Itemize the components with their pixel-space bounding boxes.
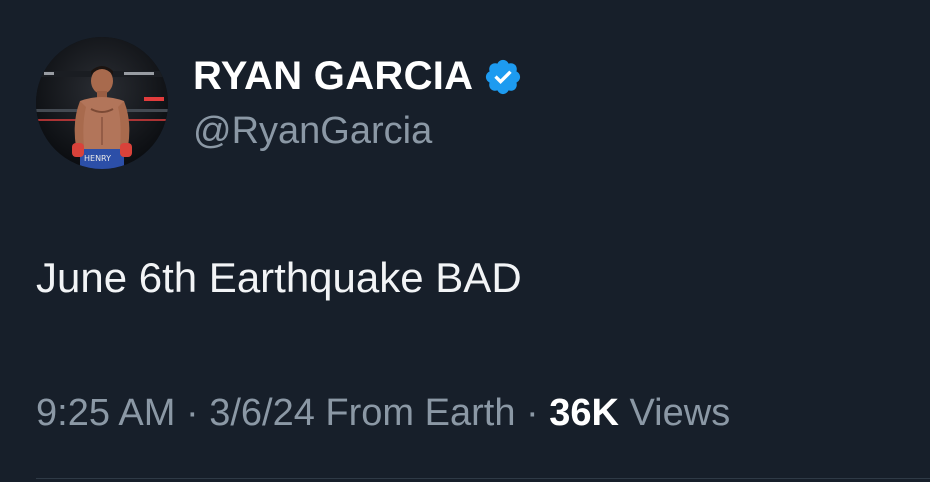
verified-badge-icon [483,57,523,97]
tweet-date[interactable]: 3/6/24 [209,392,315,434]
views-label: Views [618,392,731,434]
tweet-text: June 6th Earthquake BAD [36,254,522,301]
tweet-source: From Earth [314,392,516,434]
boxer-portrait-icon: HENRY [36,37,168,169]
author-handle[interactable]: @RyanGarcia [193,110,432,153]
tweet-time[interactable]: 9:25 AM [36,392,175,434]
author-name: RYAN GARCIA [193,54,474,98]
avatar[interactable]: HENRY [36,37,168,169]
views-count[interactable]: 36K [549,392,619,434]
tweet-card: HENRY RYAN GARCIA @RyanGarcia June 6th E… [0,0,930,482]
meta-separator: · [175,392,210,434]
tweet-meta: 9:25 AM · 3/6/24 From Earth · 36K Views [36,392,730,435]
avatar-trunks-text: HENRY [84,154,111,163]
divider [36,478,930,479]
author-name-link[interactable]: RYAN GARCIA [193,54,523,99]
meta-separator: · [515,392,550,434]
